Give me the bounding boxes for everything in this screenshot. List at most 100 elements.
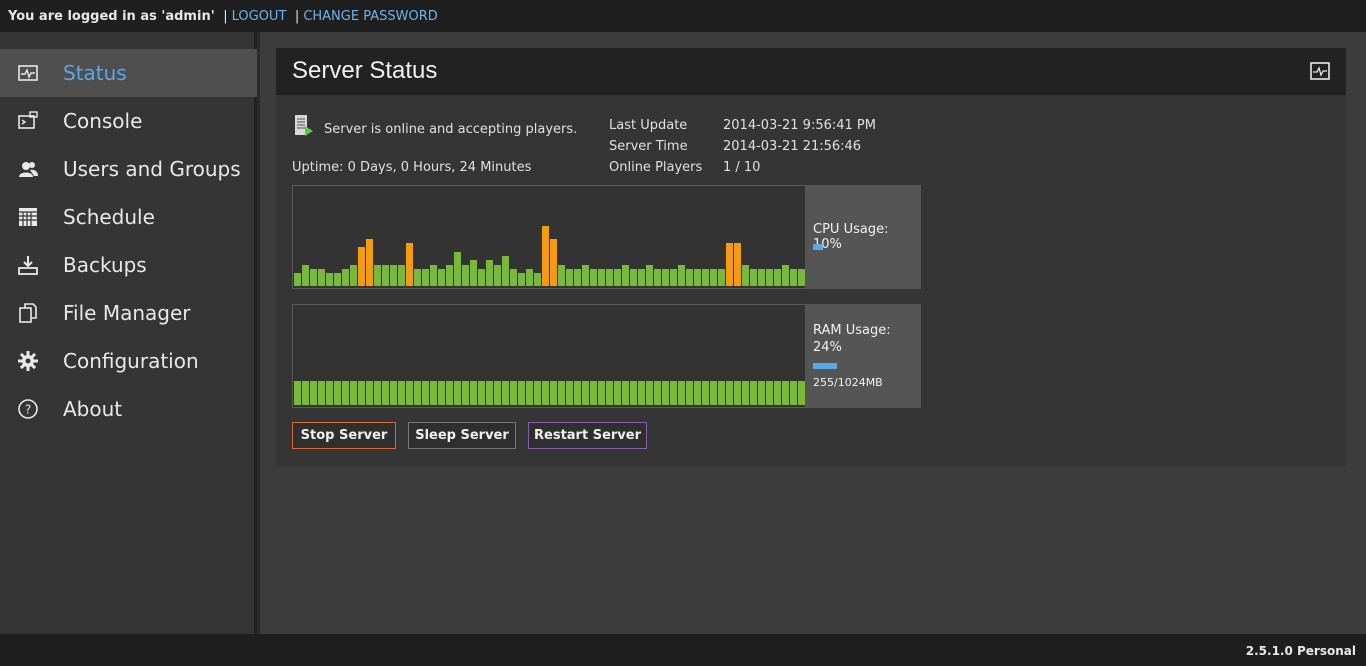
ram-history-bar: [542, 381, 549, 405]
ram-history-bar: [358, 381, 365, 405]
ram-history-bar: [710, 381, 717, 405]
cpu-history-bar: [726, 243, 733, 286]
cpu-history-bar: [566, 269, 573, 286]
cpu-history-bar: [510, 269, 517, 286]
ram-history-bar: [622, 381, 629, 405]
cpu-history-bar: [646, 265, 653, 286]
cpu-history-bar: [390, 265, 397, 286]
sidebar-item-users-and-groups[interactable]: Users and Groups: [0, 145, 257, 193]
cpu-history-bar: [302, 265, 309, 286]
ram-history-bar: [518, 381, 525, 405]
ram-history-bar: [470, 381, 477, 405]
ram-history-bar: [590, 381, 597, 405]
ram-history-bar: [614, 381, 621, 405]
sidebar-item-label: Configuration: [63, 349, 199, 373]
page-title: Server Status: [292, 57, 438, 84]
cpu-history-bar: [630, 269, 637, 286]
sidebar-item-configuration[interactable]: Configuration: [0, 337, 257, 385]
logout-link[interactable]: LOGOUT: [232, 9, 287, 24]
online-players-value: 1 / 10: [723, 160, 761, 175]
ram-history-bar: [646, 381, 653, 405]
cpu-history-bar: [694, 269, 701, 286]
cpu-history-bar: [670, 269, 677, 286]
ram-history-bar: [782, 381, 789, 405]
ram-history-bar: [342, 381, 349, 405]
ram-history-bar: [374, 381, 381, 405]
ram-history-bar: [494, 381, 501, 405]
ram-history-bar: [510, 381, 517, 405]
ram-history-bar: [438, 381, 445, 405]
cpu-history-bar: [574, 269, 581, 286]
ram-history-bar: [750, 381, 757, 405]
ram-history-bar: [678, 381, 685, 405]
cpu-history-bar: [470, 260, 477, 286]
cpu-usage-label: CPU Usage: 10%: [813, 222, 889, 252]
cpu-history-bar: [798, 269, 805, 286]
ram-history-bar: [598, 381, 605, 405]
sidebar-item-label: Backups: [63, 253, 147, 277]
cpu-history-bar: [662, 269, 669, 286]
ram-history-bar: [390, 381, 397, 405]
sidebar-item-file-manager[interactable]: File Manager: [0, 289, 257, 337]
main-content: Server Status Server is online and accep…: [260, 32, 1366, 634]
sidebar: Status Console Users and Groups Schedule…: [0, 32, 257, 634]
cpu-history-bar: [406, 243, 413, 286]
ram-history-bar: [606, 381, 613, 405]
cpu-history-bar: [534, 273, 541, 286]
ram-history-bar: [654, 381, 661, 405]
ram-history-bar: [574, 381, 581, 405]
cpu-history-bar: [334, 273, 341, 286]
ram-history-bar: [486, 381, 493, 405]
sidebar-item-about[interactable]: ? About: [0, 385, 257, 433]
sidebar-item-status[interactable]: Status: [0, 49, 257, 97]
sidebar-item-backups[interactable]: Backups: [0, 241, 257, 289]
cpu-history-bar: [526, 269, 533, 286]
cpu-history-bar: [366, 239, 373, 286]
ram-history-bar: [398, 381, 405, 405]
cpu-history-bar: [462, 265, 469, 286]
panel-header: Server Status: [276, 48, 1346, 95]
ram-history-bar: [422, 381, 429, 405]
ram-history-bar: [766, 381, 773, 405]
sidebar-item-schedule[interactable]: Schedule: [0, 193, 257, 241]
change-password-link[interactable]: CHANGE PASSWORD: [303, 9, 437, 24]
ram-history-bar: [406, 381, 413, 405]
ram-history-bar: [718, 381, 725, 405]
ram-usage-graph: RAM Usage: 24% 255/1024MB: [292, 304, 921, 408]
console-icon: [16, 109, 40, 133]
help-icon: ?: [16, 397, 40, 421]
cpu-history-bar: [750, 269, 757, 286]
ram-history-bar: [502, 381, 509, 405]
sleep-server-button[interactable]: Sleep Server: [408, 422, 516, 449]
cpu-history-bar: [318, 269, 325, 286]
ram-history-bar: [334, 381, 341, 405]
cpu-history-bar: [478, 269, 485, 286]
status-monitor-icon: [16, 61, 40, 85]
ram-history-bar: [350, 381, 357, 405]
cpu-history-bar: [430, 265, 437, 286]
ram-history-bar: [566, 381, 573, 405]
ram-history-bar: [310, 381, 317, 405]
cpu-history-bar: [766, 269, 773, 286]
ram-history-bar: [790, 381, 797, 405]
cpu-history-bar: [558, 265, 565, 286]
cpu-history-bar: [310, 269, 317, 286]
cpu-history-bar: [550, 239, 557, 286]
cpu-history-bar: [382, 265, 389, 286]
cpu-history-bar: [326, 273, 333, 286]
sidebar-item-label: About: [63, 397, 123, 421]
ram-graph-canvas: [293, 305, 805, 407]
ram-history-bar: [670, 381, 677, 405]
stop-server-button[interactable]: Stop Server: [292, 422, 396, 449]
cpu-history-bar: [486, 260, 493, 286]
ram-history-bar: [638, 381, 645, 405]
sidebar-item-label: Users and Groups: [63, 157, 241, 181]
ram-usage-bar: [813, 363, 837, 369]
sidebar-item-console[interactable]: Console: [0, 97, 257, 145]
cpu-history-bar: [774, 269, 781, 286]
server-online-icon: [295, 115, 313, 136]
cpu-history-bar: [758, 269, 765, 286]
separator: |: [223, 9, 228, 24]
ram-history-bar: [726, 381, 733, 405]
restart-server-button[interactable]: Restart Server: [528, 422, 647, 449]
